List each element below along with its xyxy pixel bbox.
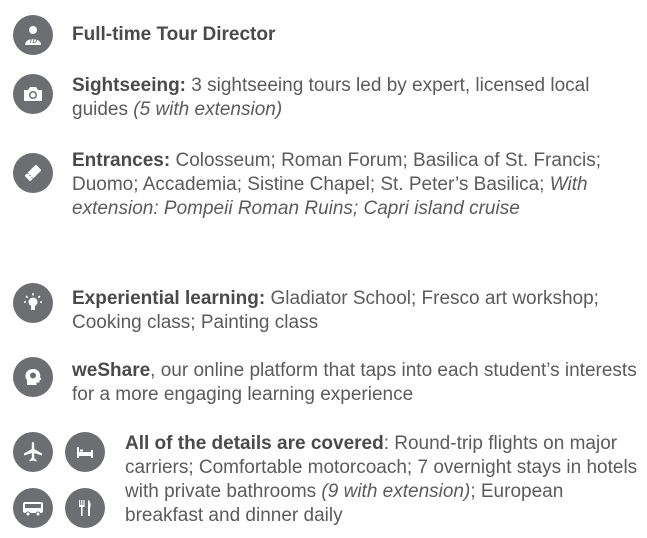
weshare-text: weShare, our online platform that taps i… xyxy=(72,360,637,405)
svg-text:TD: TD xyxy=(29,39,38,45)
lightbulb-icon xyxy=(13,283,53,323)
head-icon xyxy=(13,357,53,397)
camera-icon xyxy=(13,74,53,114)
airplane-icon xyxy=(13,432,53,472)
sightseeing-text: Sightseeing: 3 sightseeing tours led by … xyxy=(72,75,590,120)
fork-knife-icon xyxy=(65,488,105,528)
details-text: All of the details are covered: Round-tr… xyxy=(125,433,638,526)
bus-icon xyxy=(13,488,53,528)
bed-icon xyxy=(65,432,105,472)
tour-director-icon: TD xyxy=(13,15,53,55)
experiential-text: Experiential learning: Gladiator School;… xyxy=(72,288,599,333)
entrances-text: Entrances: Colosseum; Roman Forum; Basil… xyxy=(72,150,602,219)
tour-director-label: Full-time Tour Director xyxy=(72,24,276,45)
ticket-icon xyxy=(13,153,53,193)
